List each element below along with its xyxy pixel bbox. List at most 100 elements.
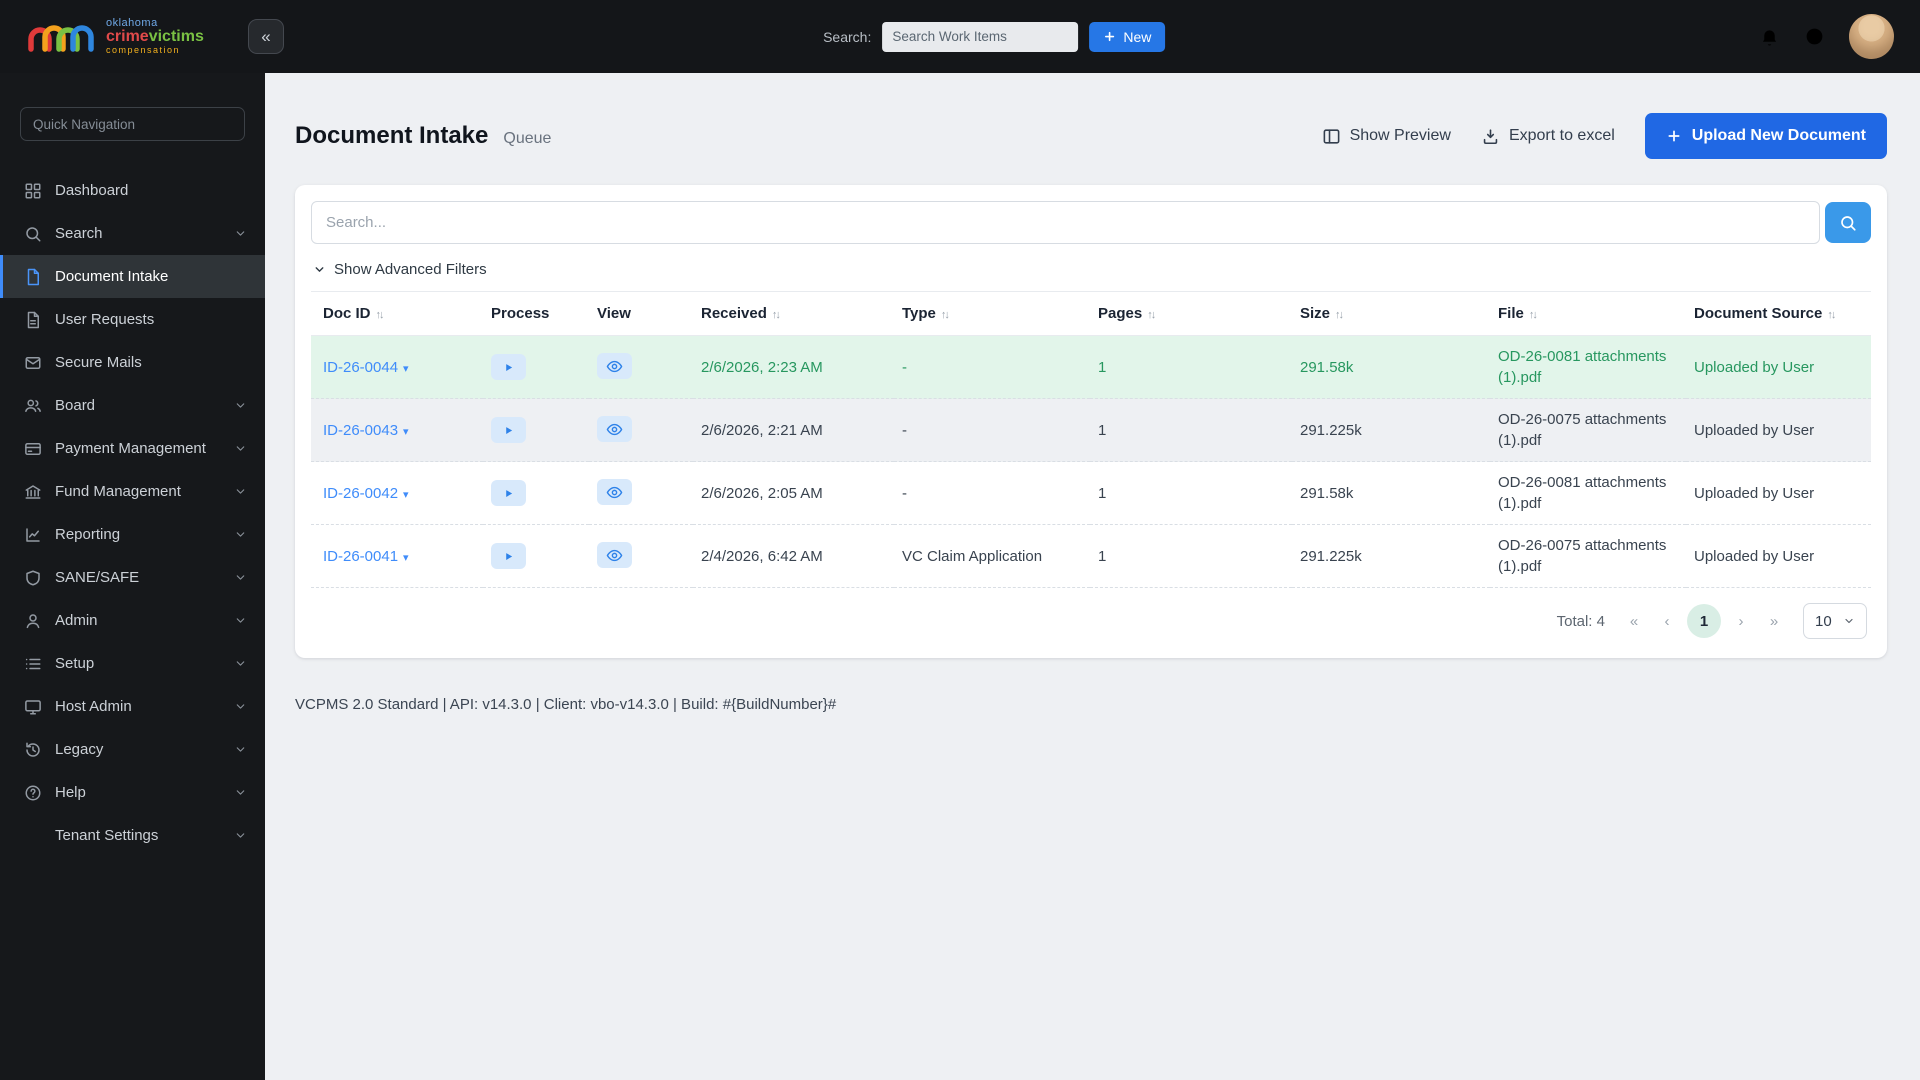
- sidebar-item-search[interactable]: Search: [0, 212, 265, 255]
- global-search-input[interactable]: [882, 21, 1079, 52]
- sort-icon[interactable]: ↑↓: [1529, 309, 1538, 321]
- pagination-last-button[interactable]: »: [1761, 606, 1787, 636]
- eye-icon: [606, 358, 623, 375]
- pagination-page-1[interactable]: 1: [1687, 604, 1721, 638]
- type-cell: -: [894, 461, 1090, 525]
- view-button[interactable]: [597, 416, 632, 443]
- view-button[interactable]: [597, 542, 632, 569]
- sort-icon[interactable]: ↑↓: [1147, 309, 1156, 321]
- logo-text: oklahoma crimevictims compensation: [106, 17, 204, 56]
- eye-icon: [606, 547, 623, 564]
- export-to-excel-button[interactable]: Export to excel: [1481, 127, 1615, 146]
- file-cell: OD-26-0075 attachments (1).pdf: [1490, 398, 1686, 462]
- sidebar-item-host-admin[interactable]: Host Admin: [0, 685, 265, 728]
- sidebar-item-secure-mails[interactable]: Secure Mails: [0, 341, 265, 384]
- size-cell: 291.225k: [1292, 524, 1490, 588]
- show-preview-button[interactable]: Show Preview: [1322, 127, 1451, 146]
- doc-id-caret-icon[interactable]: ▾: [403, 552, 409, 564]
- pagination-total: Total: 4: [1556, 612, 1605, 630]
- column-header-received[interactable]: Received ↑↓: [693, 291, 894, 336]
- sidebar-item-reporting[interactable]: Reporting: [0, 513, 265, 556]
- chevron-down-icon: [234, 227, 247, 240]
- sidebar-collapse-button[interactable]: «: [248, 19, 284, 54]
- plus-icon: [1103, 30, 1116, 43]
- doc-id-link[interactable]: ID-26-0041: [323, 548, 398, 565]
- table-row: ID-26-0041 ▾ 2/4/2026, 6:42 AM VC Claim A…: [311, 524, 1871, 588]
- doc-id-link[interactable]: ID-26-0044: [323, 359, 398, 376]
- page-size-select[interactable]: 10: [1803, 603, 1867, 639]
- sidebar-item-fund-management[interactable]: Fund Management: [0, 470, 265, 513]
- sidebar-item-label: Admin: [55, 612, 98, 629]
- sort-icon[interactable]: ↑↓: [941, 309, 950, 321]
- upload-new-document-button[interactable]: Upload New Document: [1644, 113, 1887, 159]
- column-header-doc-id[interactable]: Doc ID ↑↓: [311, 291, 483, 336]
- sidebar-item-setup[interactable]: Setup: [0, 642, 265, 685]
- doc-id-link[interactable]: ID-26-0042: [323, 485, 398, 502]
- sort-icon[interactable]: ↑↓: [772, 309, 781, 321]
- doc-id-caret-icon[interactable]: ▾: [403, 363, 409, 375]
- chevron-down-icon: [234, 571, 247, 584]
- chevron-down-icon: [234, 657, 247, 670]
- column-header-size[interactable]: Size ↑↓: [1292, 291, 1490, 336]
- sidebar-item-legacy[interactable]: Legacy: [0, 728, 265, 771]
- doc-id-caret-icon[interactable]: ▾: [403, 489, 409, 501]
- doc-id-caret-icon[interactable]: ▾: [403, 426, 409, 438]
- chevron-down-icon: [234, 485, 247, 498]
- fund-icon: [24, 483, 42, 501]
- notifications-bell-icon[interactable]: [1759, 26, 1780, 47]
- process-button[interactable]: [491, 417, 526, 443]
- pagination-next-button[interactable]: ›: [1728, 606, 1754, 636]
- chevron-down-icon: [234, 786, 247, 799]
- sort-icon[interactable]: ↑↓: [376, 309, 385, 321]
- sidebar-item-user-requests[interactable]: User Requests: [0, 298, 265, 341]
- help-icon[interactable]: [1804, 26, 1825, 47]
- sidebar-item-label: Fund Management: [55, 483, 181, 500]
- user-avatar[interactable]: [1849, 14, 1894, 59]
- show-advanced-filters-toggle[interactable]: Show Advanced Filters: [313, 261, 1869, 278]
- sidebar-item-board[interactable]: Board: [0, 384, 265, 427]
- sidebar-item-sane-safe[interactable]: SANE/SAFE: [0, 556, 265, 599]
- sidebar-item-payment-management[interactable]: Payment Management: [0, 427, 265, 470]
- sidebar: Dashboard Search Document Intake User Re…: [0, 73, 265, 1080]
- sidebar-item-label: SANE/SAFE: [55, 569, 140, 586]
- sidebar-item-label: User Requests: [55, 311, 155, 328]
- process-button[interactable]: [491, 480, 526, 506]
- board-icon: [24, 397, 42, 415]
- sidebar-item-dashboard[interactable]: Dashboard: [0, 169, 265, 212]
- sidebar-item-admin[interactable]: Admin: [0, 599, 265, 642]
- table-header-row: Doc ID ↑↓ Process View Received ↑↓ Type ↑↓ …: [311, 291, 1871, 336]
- sidebar-item-document-intake[interactable]: Document Intake: [0, 255, 265, 298]
- sidebar-item-help[interactable]: Help: [0, 771, 265, 814]
- new-button[interactable]: New: [1089, 21, 1166, 52]
- column-header-file[interactable]: File ↑↓: [1490, 291, 1686, 336]
- column-header-pages[interactable]: Pages ↑↓: [1090, 291, 1292, 336]
- quick-navigation-input[interactable]: [20, 107, 245, 141]
- column-header-type[interactable]: Type ↑↓: [894, 291, 1090, 336]
- table-search-input[interactable]: [311, 201, 1820, 244]
- table-search-button[interactable]: [1825, 202, 1871, 243]
- sort-icon[interactable]: ↑↓: [1827, 309, 1836, 321]
- view-button[interactable]: [597, 479, 632, 506]
- pages-cell: 1: [1090, 461, 1292, 525]
- pages-cell: 1: [1090, 398, 1292, 462]
- pages-cell: 1: [1090, 524, 1292, 588]
- column-header-document-source[interactable]: Document Source ↑↓: [1686, 291, 1871, 336]
- global-search-label: Search:: [823, 28, 872, 45]
- payment-icon: [24, 440, 42, 458]
- play-icon: [503, 551, 514, 562]
- sidebar-item-label: Tenant Settings: [55, 827, 159, 844]
- sort-icon[interactable]: ↑↓: [1335, 309, 1344, 321]
- chevron-down-icon: [1843, 615, 1855, 627]
- process-button[interactable]: [491, 354, 526, 380]
- plus-icon: [1666, 128, 1682, 144]
- type-cell: VC Claim Application: [894, 524, 1090, 588]
- doc-id-link[interactable]: ID-26-0043: [323, 422, 398, 439]
- view-button[interactable]: [597, 353, 632, 380]
- table-search-row: [311, 201, 1871, 244]
- sidebar-item-label: Help: [55, 784, 86, 801]
- type-cell: -: [894, 335, 1090, 399]
- pagination-prev-button[interactable]: ‹: [1654, 606, 1680, 636]
- sidebar-item-tenant-settings[interactable]: Tenant Settings: [0, 814, 265, 857]
- process-button[interactable]: [491, 543, 526, 569]
- pagination-first-button[interactable]: «: [1621, 606, 1647, 636]
